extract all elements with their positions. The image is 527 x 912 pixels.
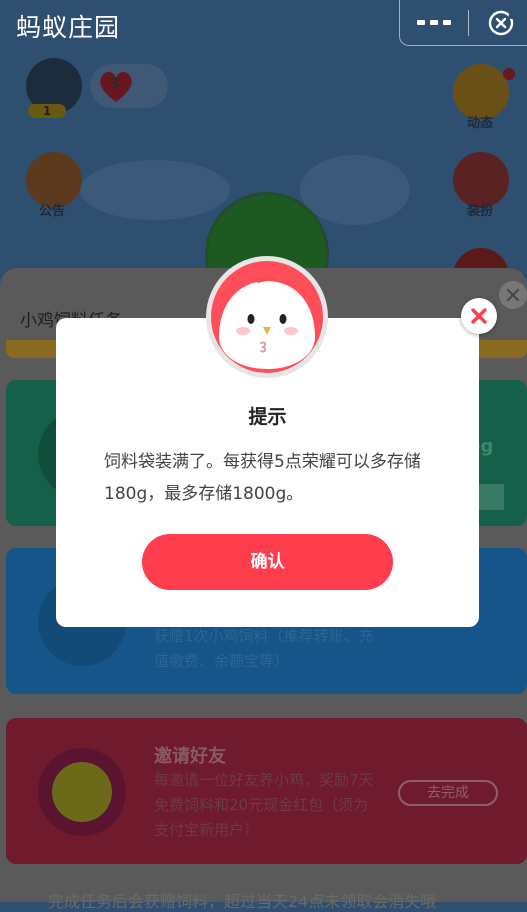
level-badge: 1 bbox=[28, 104, 66, 118]
activity-label: 动态 bbox=[466, 116, 493, 131]
dressup-label: 装扮 bbox=[466, 204, 493, 219]
invite-icon bbox=[38, 748, 126, 836]
more-icon[interactable] bbox=[417, 20, 451, 26]
task-description: 每邀请一位好友养小鸡，奖励7天免费饲料和20元现金红包（须为支付宝新用户） bbox=[154, 771, 374, 839]
dialog-close-button[interactable] bbox=[461, 298, 497, 334]
task-title: 邀请好友 bbox=[154, 746, 226, 767]
app-title: 蚂蚁庄园 bbox=[16, 13, 121, 42]
dialog-message: 饲料袋装满了。每获得5点荣耀可以多存储180g，最多存储1800g。 bbox=[104, 452, 421, 504]
go-complete-button[interactable]: 去完成 bbox=[398, 780, 498, 806]
sheet-close-button[interactable] bbox=[499, 281, 527, 309]
cloud bbox=[300, 155, 410, 225]
footer-note: 完成任务后会获赠饲料，超过当天24点未领取会消失哦 bbox=[48, 892, 437, 911]
heart-count: 3 bbox=[110, 76, 120, 92]
close-icon bbox=[471, 308, 487, 324]
notification-dot bbox=[503, 68, 515, 80]
confirm-button[interactable]: 确认 bbox=[142, 534, 393, 590]
chick-avatar-icon bbox=[206, 256, 328, 378]
farm-scene: 1 3 公告 动态 装扮 bbox=[0, 50, 527, 316]
top-bar: 蚂蚁庄园 bbox=[0, 0, 527, 50]
heart-pill[interactable]: 3 bbox=[90, 64, 168, 108]
task-card-invite: 邀请好友 每邀请一位好友养小鸡，奖励7天免费饲料和20元现金红包（须为支付宝新用… bbox=[6, 718, 527, 864]
close-mini-program-icon[interactable] bbox=[488, 10, 514, 36]
capsule-divider bbox=[468, 10, 469, 36]
cloud bbox=[80, 160, 230, 220]
announcement-label: 公告 bbox=[38, 204, 65, 219]
dialog-title: 提示 bbox=[248, 406, 287, 428]
task-description: 获赠1次小鸡饲料（推荐转账、充值缴费、余额宝等） bbox=[154, 627, 374, 670]
mini-program-capsule bbox=[399, 0, 527, 46]
